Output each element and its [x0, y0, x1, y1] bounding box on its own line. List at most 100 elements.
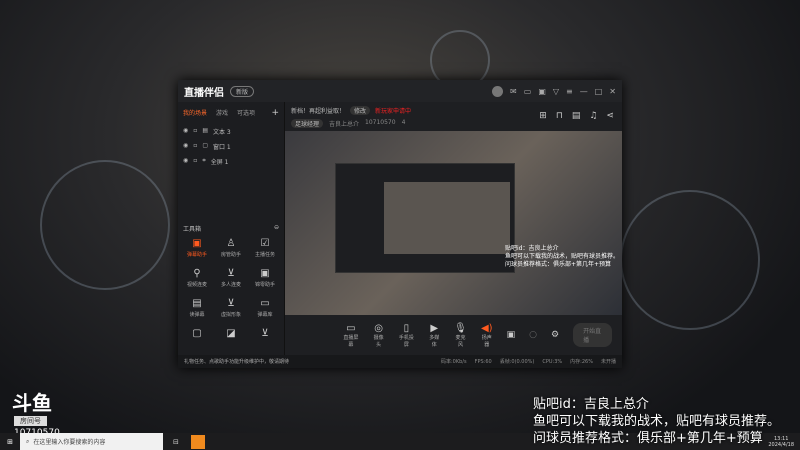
share-icon[interactable]: ⋖ — [606, 111, 614, 121]
nested-app-preview — [335, 163, 515, 273]
tool-tasks[interactable]: ☑ 主播任务 — [248, 238, 282, 258]
more-icon[interactable]: ⊖ — [274, 224, 279, 233]
tool-extra[interactable]: ⊻ — [248, 328, 282, 341]
control-label: 摄像头 — [373, 334, 384, 348]
download-icon: ⊻ — [227, 298, 235, 309]
screen-button[interactable]: ▭ 直播屏幕 — [343, 323, 359, 348]
category-button[interactable]: 足球经理 — [291, 119, 324, 128]
search-icon: ⌕ — [26, 437, 30, 445]
circle-icon[interactable]: ○ — [529, 330, 537, 340]
tv-icon: ▭ — [260, 298, 270, 309]
tool-label: 读弹幕 — [189, 312, 205, 318]
unlock-icon[interactable]: ⊓ — [556, 111, 563, 121]
tool-read-danmu[interactable]: ▤ 读弹幕 — [180, 298, 214, 318]
box-icon: ▣ — [260, 268, 270, 279]
text-icon: ▤ — [202, 127, 208, 134]
notice-link[interactable]: 新玩家申请中 — [375, 106, 411, 115]
control-label: 麦克风 — [455, 334, 466, 348]
add-scene-button[interactable]: + — [271, 108, 279, 118]
window-icon: ▢ — [202, 142, 208, 149]
microphone-button[interactable]: 🎙 麦克风 — [454, 323, 467, 348]
eye-icon[interactable]: ◉ — [183, 142, 188, 151]
control-label: 多媒体 — [429, 334, 440, 348]
lock-icon[interactable]: ▫ — [193, 157, 197, 166]
frame-icon: ▢ — [192, 328, 202, 339]
pk-icon: ◪ — [226, 328, 236, 339]
eye-icon[interactable]: ◉ — [183, 157, 188, 166]
settings-icon[interactable]: ⚙ — [551, 330, 559, 340]
layer-item[interactable]: ◉ ▫ ▢ 窗口 1 — [178, 139, 284, 154]
tool-extra[interactable]: ◪ — [214, 328, 248, 341]
mail-icon[interactable]: ✉ — [510, 87, 517, 96]
overlay-line: 鱼吧可以下载我的战术，贴吧有球员推荐。 — [505, 253, 620, 260]
control-label: 直播屏幕 — [343, 334, 359, 348]
stream-preview: 贴吧id：吉良上总介 鱼吧可以下载我的战术，贴吧有球员推荐。 问球员推荐格式：俱… — [285, 131, 622, 315]
douyu-logo: 斗鱼 — [12, 391, 52, 415]
record-icon[interactable]: ▣ — [507, 330, 516, 340]
streaming-app-window: 直播伴侣 新版 ✉ ▭ ▣ ▽ ≡ — □ ✕ 我的场景 游戏 可选项 + ◉ ▫… — [178, 80, 622, 368]
danmu-icon: ▣ — [192, 238, 202, 249]
gift-icon[interactable]: ⊞ — [539, 111, 547, 121]
layer-label: 全屏 1 — [210, 159, 229, 166]
phone-icon: ▯ — [403, 322, 410, 334]
overlay-line: 贴吧id：吉良上总介 — [533, 397, 649, 412]
download-icon: ⊻ — [227, 268, 235, 279]
tool-room-manager[interactable]: ♙ 房管助手 — [214, 238, 248, 258]
task-view-icon[interactable]: ⊟ — [173, 438, 179, 446]
layout-icon[interactable]: ▤ — [572, 111, 581, 121]
layer-item[interactable]: ◉ ▫ ⌗ 全屏 1 — [178, 154, 284, 169]
tool-label: 主播任务 — [254, 252, 275, 258]
media-button[interactable]: ▶ 多媒体 — [428, 323, 440, 348]
taskbar-search-input[interactable]: ⌕ 在这里输入你要搜索的内容 — [20, 433, 163, 450]
host-name: 吉良上总介 — [329, 121, 360, 128]
live-status: 未开播 — [600, 359, 616, 365]
toolbox-grid: ▣ 弹幕助手 ♙ 房管助手 ☑ 主播任务 ⚲ 视频连麦 ⊻ 多人连麦 ▣ 锦零助手 ▤ 读弹幕… — [180, 238, 282, 341]
start-live-button[interactable]: 开始直播 — [573, 323, 612, 347]
layer-label: 文本 3 — [213, 129, 231, 136]
phone-cast-button[interactable]: ▯ 手机投屏 — [399, 323, 415, 348]
toolbox-title: 工具箱 — [183, 226, 202, 233]
tool-multi-link[interactable]: ⊻ 多人连麦 — [214, 268, 248, 288]
tool-avatar[interactable]: ⊻ 虚拟形象 — [214, 298, 248, 318]
edit-title-button[interactable]: 修改 — [350, 106, 371, 115]
hot-count: 4 — [401, 119, 406, 126]
speaker-button[interactable]: ◀) 扬声器 — [481, 323, 493, 348]
control-label: 扬声器 — [481, 334, 492, 348]
layer-item[interactable]: ◉ ▫ ▤ 文本 3 — [178, 124, 284, 139]
tab-game[interactable]: 游戏 — [216, 108, 228, 118]
shirt-icon[interactable]: ▽ — [553, 87, 559, 96]
bell-icon[interactable]: ♫ — [589, 111, 597, 121]
cpu: CPU:3% — [542, 358, 563, 365]
tool-helper[interactable]: ▣ 锦零助手 — [248, 268, 282, 288]
lock-icon[interactable]: ▫ — [193, 142, 197, 151]
streaming-app-taskbar-icon[interactable] — [190, 434, 205, 449]
overlay-line: 贴吧id：吉良上总介 — [505, 245, 559, 252]
task-icon: ☑ — [260, 238, 270, 249]
windows-start-icon[interactable]: ⊞ — [0, 438, 20, 446]
maximize-icon[interactable]: □ — [595, 87, 603, 96]
tool-label: 弹幕库 — [257, 312, 273, 318]
monitor-icon[interactable]: ▣ — [538, 87, 546, 96]
version-badge[interactable]: 新版 — [230, 85, 255, 97]
fps: FPS:60 — [474, 358, 492, 365]
eye-icon[interactable]: ◉ — [183, 127, 188, 136]
tool-label: 视频连麦 — [186, 282, 207, 288]
overlay-line: 问球员推荐格式：俱乐部+第几年+预算 — [533, 431, 763, 446]
menu-icon[interactable]: ≡ — [566, 87, 573, 96]
tool-danmu-lib[interactable]: ▭ 弹幕库 — [248, 298, 282, 318]
camera-button[interactable]: ◎ 摄像头 — [373, 323, 385, 348]
read-icon: ▤ — [192, 298, 202, 309]
tab-my-scenes[interactable]: 我的场景 — [183, 108, 207, 118]
close-icon[interactable]: ✕ — [609, 87, 616, 96]
tool-extra[interactable]: ▢ — [180, 328, 214, 341]
avatar[interactable] — [492, 85, 504, 97]
room-label: 房间号 — [14, 416, 47, 426]
tool-video-link[interactable]: ⚲ 视频连麦 — [180, 268, 214, 288]
minimize-icon[interactable]: — — [580, 87, 588, 96]
tab-options[interactable]: 可选项 — [237, 108, 255, 118]
layer-label: 窗口 1 — [213, 144, 231, 151]
tool-danmu-assistant[interactable]: ▣ 弹幕助手 — [180, 238, 214, 258]
message-icon[interactable]: ▭ — [524, 87, 532, 96]
bitrate: 码率:0Kb/s — [440, 359, 467, 365]
lock-icon[interactable]: ▫ — [193, 127, 197, 136]
